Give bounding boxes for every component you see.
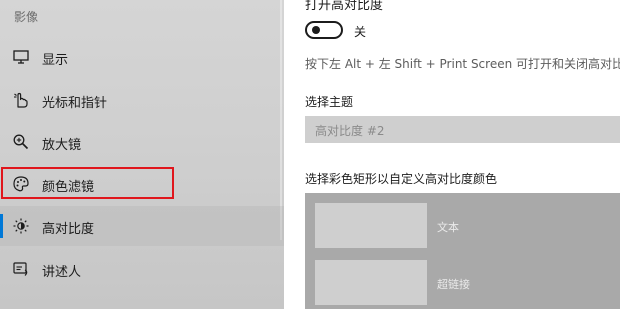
sidebar-item-label: 讲述人 — [42, 265, 82, 280]
monitor-icon — [12, 48, 30, 66]
text-color-label: 文本 — [437, 221, 459, 234]
text-color-swatch[interactable] — [315, 203, 427, 248]
hyperlink-color-swatch[interactable] — [315, 260, 427, 305]
sidebar-item-magnifier[interactable]: 放大镜 — [0, 122, 284, 162]
hyperlink-color-label: 超链接 — [437, 278, 470, 291]
color-section-label: 选择彩色矩形以自定义高对比度颜色 — [305, 172, 498, 186]
theme-select[interactable]: 高对比度 #2 — [305, 116, 620, 143]
high-contrast-toggle[interactable] — [305, 21, 343, 39]
toggle-state-label: 关 — [354, 25, 367, 39]
main-content: 打开高对比度 关 按下左 Alt + 左 Shift + Print Scree… — [284, 0, 620, 309]
section-title: 影像 — [14, 10, 39, 24]
magnifier-icon — [12, 133, 30, 151]
sidebar-divider — [280, 0, 282, 240]
brightness-icon — [12, 217, 30, 235]
sidebar-item-display[interactable]: 显示 — [0, 37, 284, 77]
shortcut-hint: 按下左 Alt + 左 Shift + Print Screen 可打开和关闭高… — [305, 57, 620, 71]
color-panel: 文本 超链接 — [305, 193, 620, 309]
sidebar-item-narrator[interactable]: 讲述人 — [0, 249, 284, 289]
sidebar-item-label: 高对比度 — [42, 222, 95, 237]
sidebar: 影像 显示 光标和指针 放大镜 颜色滤镜 高对比度 讲述人 — [0, 0, 284, 309]
sidebar-item-label: 光标和指针 — [42, 96, 108, 111]
page-title: 打开高对比度 — [305, 0, 384, 13]
narrator-icon — [12, 260, 30, 278]
theme-label: 选择主题 — [305, 95, 354, 109]
theme-select-value: 高对比度 #2 — [315, 124, 385, 138]
toggle-knob — [312, 26, 320, 34]
sidebar-item-label: 放大镜 — [42, 138, 82, 153]
pointer-hand-icon — [12, 91, 30, 109]
selected-indicator — [0, 214, 3, 238]
highlight-box — [1, 167, 174, 199]
sidebar-item-high-contrast[interactable]: 高对比度 — [0, 206, 284, 246]
sidebar-item-label: 显示 — [42, 53, 69, 68]
sidebar-item-cursor-pointer[interactable]: 光标和指针 — [0, 80, 284, 120]
